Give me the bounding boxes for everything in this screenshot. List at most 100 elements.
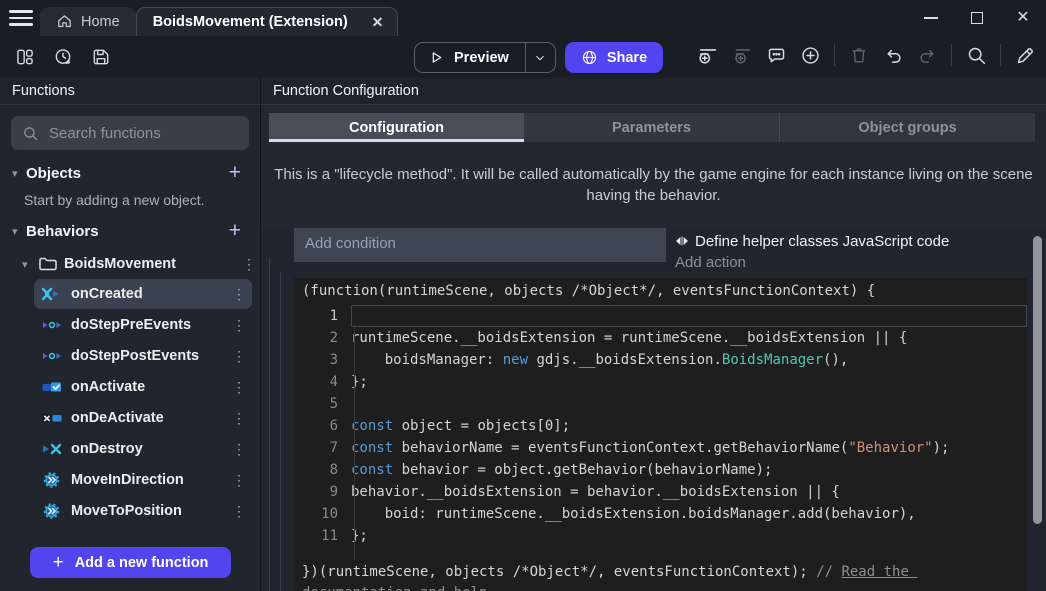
- line-number: 9: [294, 481, 338, 503]
- tree-item-label: onCreated: [71, 286, 228, 302]
- kebab-menu-icon[interactable]: ⋮: [228, 441, 250, 458]
- kebab-menu-icon[interactable]: ⋮: [228, 379, 250, 396]
- sidebar-title: Functions: [0, 78, 260, 105]
- behaviors-tree: ▾ BoidsMovement ⋮ onCreated ⋮ doStepPreE…: [0, 250, 260, 526]
- tree-item-dostepprevents[interactable]: doStepPreEvents ⋮: [34, 310, 252, 340]
- edit-extension-icon[interactable]: [1012, 42, 1038, 68]
- events-scrollbar[interactable]: [1033, 236, 1042, 524]
- tree-item-ondestroy[interactable]: onDestroy ⋮: [34, 434, 252, 464]
- delete-icon[interactable]: [846, 42, 872, 68]
- line-number: 7: [294, 437, 338, 459]
- code-line[interactable]: 2runtimeScene.__boidsExtension = runtime…: [294, 327, 1027, 349]
- tab-close-icon[interactable]: ✕: [368, 13, 388, 32]
- redo-icon[interactable]: [914, 42, 940, 68]
- code-line[interactable]: 7 const behaviorName = eventsFunctionCont…: [294, 437, 1027, 459]
- line-content: const behaviorName = eventsFunctionConte…: [351, 437, 1027, 459]
- kebab-menu-icon[interactable]: ⋮: [228, 503, 250, 520]
- add-condition-button[interactable]: Add condition: [294, 228, 666, 262]
- tab-home[interactable]: Home: [40, 7, 136, 36]
- code-footer-comment: //: [816, 564, 841, 580]
- code-line[interactable]: 9behavior.__boidsExtension = behavior.__…: [294, 481, 1027, 503]
- tree-item-movetoposition[interactable]: MoveToPosition ⋮: [34, 496, 252, 526]
- ondeactivate-icon: [42, 410, 62, 426]
- tree-group-boidsmovement[interactable]: ▾ BoidsMovement ⋮: [0, 250, 260, 278]
- save-icon[interactable]: [88, 44, 114, 70]
- close-button[interactable]: ✕: [1000, 1, 1046, 35]
- preview-options-button[interactable]: [525, 43, 555, 72]
- tree-item-dosteppostevents[interactable]: doStepPostEvents ⋮: [34, 341, 252, 371]
- toolbar-center: Preview Share: [414, 42, 663, 73]
- code-line[interactable]: 10 boid: runtimeScene.__boidsExtension.b…: [294, 503, 1027, 525]
- code-icon: [674, 234, 690, 248]
- kebab-menu-icon[interactable]: ⋮: [228, 410, 250, 427]
- share-button[interactable]: Share: [565, 42, 663, 73]
- main-menu-icon[interactable]: [9, 7, 33, 29]
- oncreated-icon: [42, 286, 62, 302]
- kebab-menu-icon[interactable]: ⋮: [228, 286, 250, 303]
- line-number: 2: [294, 327, 338, 349]
- history-icon[interactable]: [50, 44, 76, 70]
- project-manager-icon[interactable]: [12, 44, 38, 70]
- tree-item-oncreated[interactable]: onCreated ⋮: [34, 279, 252, 309]
- js-code-editor[interactable]: (function(runtimeScene, objects /*Object…: [294, 278, 1027, 591]
- group-collapse-icon[interactable]: ▾: [22, 258, 38, 271]
- code-line[interactable]: 6const object = objects[0];: [294, 415, 1027, 437]
- tree-item-label: MoveToPosition: [71, 503, 228, 519]
- search-events-icon[interactable]: [963, 42, 989, 68]
- line-content: const object = objects[0];: [351, 415, 1027, 437]
- kebab-menu-icon[interactable]: ⋮: [228, 317, 250, 334]
- code-line[interactable]: 5: [294, 393, 1027, 415]
- search-functions-input[interactable]: [49, 125, 219, 142]
- add-new-function-button[interactable]: + Add a new function: [30, 547, 231, 578]
- kebab-menu-icon[interactable]: ⋮: [228, 472, 250, 489]
- line-content: boid: runtimeScene.__boidsExtension.boid…: [351, 503, 1027, 525]
- code-line[interactable]: 11};: [294, 525, 1027, 547]
- tree-item-onactivate[interactable]: onActivate ⋮: [34, 372, 252, 402]
- events-sheet: Add condition Define helper classes Java…: [261, 228, 1046, 591]
- maximize-button[interactable]: [954, 1, 1000, 35]
- configuration-tabs: Configuration Parameters Object groups: [269, 113, 1035, 142]
- preview-button[interactable]: Preview: [415, 49, 525, 66]
- minimize-button[interactable]: [908, 1, 954, 35]
- tree-item-ondeactivate[interactable]: onDeActivate ⋮: [34, 403, 252, 433]
- objects-section-label: Objects: [26, 165, 222, 182]
- home-icon: [56, 13, 73, 30]
- behaviors-collapse-icon[interactable]: ▾: [12, 225, 26, 238]
- tab-configuration[interactable]: Configuration: [269, 113, 524, 142]
- js-event-title[interactable]: Define helper classes JavaScript code: [674, 228, 1046, 254]
- content-area: Functions ▾ Objects + Start by adding a …: [0, 78, 1046, 591]
- tab-parameters[interactable]: Parameters: [524, 113, 780, 142]
- undo-icon[interactable]: [880, 42, 906, 68]
- add-behavior-icon[interactable]: +: [222, 219, 248, 243]
- share-label: Share: [607, 50, 647, 66]
- code-line[interactable]: 4};: [294, 371, 1027, 393]
- add-subevent-icon[interactable]: [729, 42, 755, 68]
- add-event-icon[interactable]: [695, 42, 721, 68]
- line-content: [351, 393, 1027, 415]
- tree-item-moveindirection[interactable]: MoveInDirection ⋮: [34, 465, 252, 495]
- line-number: 1: [294, 305, 338, 327]
- function-configuration-panel: Function Configuration Configuration Par…: [261, 78, 1046, 591]
- tab-object-groups[interactable]: Object groups: [780, 113, 1035, 142]
- event-indent-guide: [280, 272, 281, 591]
- code-line[interactable]: 1: [294, 305, 1027, 327]
- add-object-icon[interactable]: +: [222, 161, 248, 185]
- code-line[interactable]: 8const behavior = object.getBehavior(beh…: [294, 459, 1027, 481]
- kebab-menu-icon[interactable]: ⋮: [228, 348, 250, 365]
- tab-extension[interactable]: BoidsMovement (Extension) ✕: [136, 7, 399, 36]
- main-panel-title: Function Configuration: [261, 78, 1046, 105]
- add-action-button[interactable]: Add action: [674, 254, 1046, 276]
- objects-collapse-icon[interactable]: ▾: [12, 167, 26, 180]
- search-functions-box[interactable]: [11, 116, 249, 150]
- kebab-menu-icon[interactable]: ⋮: [238, 256, 260, 273]
- line-number: 3: [294, 349, 338, 371]
- line-content: const behavior = object.getBehavior(beha…: [351, 459, 1027, 481]
- choose-add-icon[interactable]: [797, 42, 823, 68]
- add-comment-icon[interactable]: [763, 42, 789, 68]
- code-header-line: (function(runtimeScene, objects /*Object…: [294, 278, 1027, 305]
- chevron-down-icon: [533, 51, 547, 65]
- code-lines: 12runtimeScene.__boidsExtension = runtim…: [294, 305, 1027, 547]
- tree-item-label: doStepPreEvents: [71, 317, 228, 333]
- code-line[interactable]: 3 boidsManager: new gdjs.__boidsExtensio…: [294, 349, 1027, 371]
- toolbar-left: [12, 44, 114, 70]
